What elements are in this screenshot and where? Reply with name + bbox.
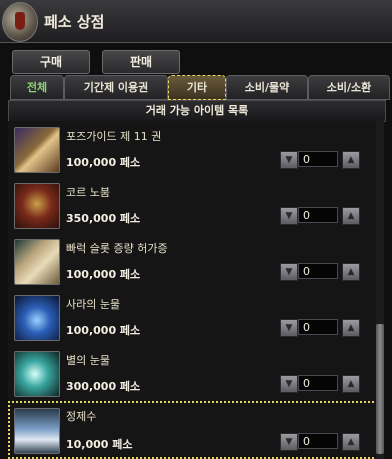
item-price: 100,000 페소 xyxy=(66,324,141,337)
qty-decrease-button[interactable]: ▼ xyxy=(280,263,298,281)
book-icon xyxy=(14,127,60,173)
qty-increase-button[interactable]: ▲ xyxy=(342,319,360,337)
qty-input[interactable]: 0 xyxy=(298,375,338,391)
tab-consumable-potion[interactable]: 소비/물약 xyxy=(226,75,308,100)
item-price: 100,000 페소 xyxy=(66,156,141,169)
tab-consumable-summon[interactable]: 소비/소환 xyxy=(308,75,390,100)
scroll-thumb[interactable] xyxy=(376,324,384,454)
item-name: 사라의 눈물 xyxy=(66,298,121,311)
list-item[interactable]: 별의 눈물 300,000 페소 ▼ 0 ▲ xyxy=(8,345,378,402)
category-tabs: 전체 기간제 이용권 기타 소비/물약 소비/소환 xyxy=(10,75,392,100)
item-name: 빠럭 슬롯 증량 허가증 xyxy=(66,242,168,255)
list-item[interactable]: 빠럭 슬롯 증량 허가증 100,000 페소 ▼ 0 ▲ xyxy=(8,233,378,290)
qty-increase-button[interactable]: ▲ xyxy=(342,433,360,451)
qty-increase-button[interactable]: ▲ xyxy=(342,207,360,225)
qty-increase-button[interactable]: ▲ xyxy=(342,151,360,169)
qty-decrease-button[interactable]: ▼ xyxy=(280,375,298,393)
qty-decrease-button[interactable]: ▼ xyxy=(280,151,298,169)
tab-etc[interactable]: 기타 xyxy=(168,75,226,100)
qty-input[interactable]: 0 xyxy=(298,207,338,223)
qty-decrease-button[interactable]: ▼ xyxy=(280,319,298,337)
item-name: 별의 눈물 xyxy=(66,354,110,367)
tab-all[interactable]: 전체 xyxy=(10,75,64,100)
demon-icon xyxy=(14,183,60,229)
qty-input[interactable]: 0 xyxy=(298,263,338,279)
qty-increase-button[interactable]: ▲ xyxy=(342,263,360,281)
potion-bottle-icon xyxy=(14,408,60,454)
sell-button[interactable]: 판매 xyxy=(102,50,180,74)
blue-gem-icon xyxy=(14,295,60,341)
item-name: 코르 노붐 xyxy=(66,186,110,199)
item-name: 포즈가이드 제 11 권 xyxy=(66,130,162,143)
item-name: 정제수 xyxy=(66,410,97,423)
buy-button[interactable]: 구매 xyxy=(12,50,90,74)
shop-icon xyxy=(2,2,38,42)
list-item[interactable]: 포즈가이드 제 11 권 100,000 페소 ▼ 0 ▲ xyxy=(8,121,378,178)
teal-gem-icon xyxy=(14,351,60,397)
qty-decrease-button[interactable]: ▼ xyxy=(280,207,298,225)
list-item[interactable]: 정제수 10,000 페소 ▼ 0 ▲ xyxy=(8,401,378,459)
qty-input[interactable]: 0 xyxy=(298,433,338,449)
list-header: 거래 가능 아이템 목록 xyxy=(8,100,386,122)
list-item[interactable]: 코르 노붐 350,000 페소 ▼ 0 ▲ xyxy=(8,177,378,234)
list-item[interactable]: 사라의 눈물 100,000 페소 ▼ 0 ▲ xyxy=(8,289,378,346)
item-list: 포즈가이드 제 11 권 100,000 페소 ▼ 0 ▲ 코르 노붐 350,… xyxy=(8,121,384,459)
qty-decrease-button[interactable]: ▼ xyxy=(280,433,298,451)
list-scrollbar[interactable] xyxy=(376,121,384,459)
qty-increase-button[interactable]: ▲ xyxy=(342,375,360,393)
window-titlebar: 페소 상점 xyxy=(0,0,392,43)
qty-input[interactable]: 0 xyxy=(298,319,338,335)
tab-period-pass[interactable]: 기간제 이용권 xyxy=(64,75,168,100)
qty-input[interactable]: 0 xyxy=(298,151,338,167)
item-price: 10,000 페소 xyxy=(66,438,133,451)
item-price: 100,000 페소 xyxy=(66,268,141,281)
item-price: 300,000 페소 xyxy=(66,380,141,393)
window-title: 페소 상점 xyxy=(44,13,105,31)
item-price: 350,000 페소 xyxy=(66,212,141,225)
scroll-icon xyxy=(14,239,60,285)
